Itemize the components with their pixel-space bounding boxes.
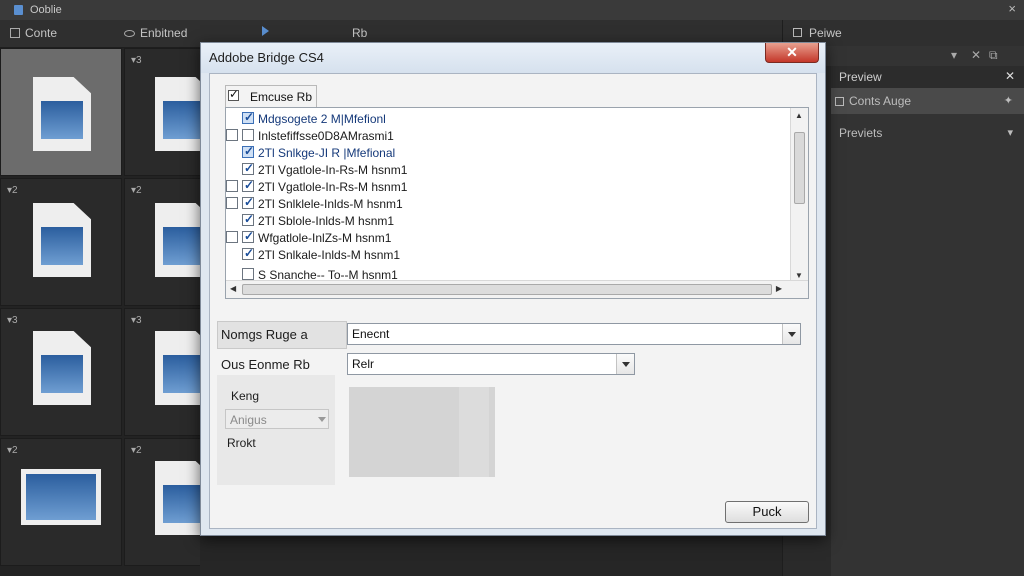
pin-icon[interactable]: ✦ bbox=[1004, 94, 1013, 107]
list-item-checkbox[interactable] bbox=[226, 231, 238, 243]
document-icon bbox=[33, 77, 91, 151]
chevron-down-icon bbox=[318, 417, 326, 422]
content-icon bbox=[10, 28, 20, 38]
close-icon[interactable]: ✕ bbox=[1005, 69, 1015, 83]
list-item[interactable]: 2Tl Snlkge-JI R |Mfefional bbox=[226, 144, 790, 161]
push-button[interactable]: Puck bbox=[725, 501, 809, 523]
list-item[interactable]: Mdgsogete 2 M|Mfefionl bbox=[226, 110, 790, 127]
square-icon bbox=[835, 97, 844, 106]
close-icon[interactable]: ✕ bbox=[971, 48, 981, 62]
toolbar-item-play[interactable] bbox=[262, 26, 269, 36]
list-item-checkbox[interactable] bbox=[226, 197, 238, 209]
dialog-title: Addobe Bridge CS4 bbox=[209, 50, 324, 65]
toolbar-item-content[interactable]: Conte bbox=[10, 26, 57, 40]
panel-row-previews[interactable]: Previets ▾ bbox=[831, 120, 1024, 146]
section-label-2: Rrokt bbox=[227, 436, 256, 450]
scroll-left-icon[interactable]: ◀ bbox=[230, 284, 236, 293]
thumbnail-cell[interactable]: ▾3 bbox=[0, 308, 122, 436]
thumbnail-grid: ▾3 ▾2 ▾2 ▾3 ▾3 ▾2 ▾2 bbox=[0, 48, 246, 576]
list-item[interactable]: 2Tl Snlklele-Inlds-M hsnm1 bbox=[226, 195, 790, 212]
app-close-icon[interactable]: × bbox=[1008, 1, 1016, 16]
section-label: Keng bbox=[231, 389, 260, 403]
list-item[interactable]: 2Tl Vgatlole-In-Rs-M hsnm1 bbox=[226, 161, 790, 178]
list-item-checkbox[interactable] bbox=[242, 229, 254, 243]
disabled-combo: Anigus bbox=[225, 409, 329, 429]
chevron-down-icon[interactable] bbox=[616, 354, 634, 374]
vertical-scrollbar[interactable]: ▲ ▼ bbox=[790, 108, 808, 282]
app-title: Ooblie bbox=[30, 4, 62, 16]
toolbar-item-rb[interactable]: Rb bbox=[352, 26, 367, 40]
list-item[interactable]: 2Tl Sblole-Inlds-M hsnm1 bbox=[226, 212, 790, 229]
field2-label: Ous Eonme Rb bbox=[221, 357, 310, 372]
preview-image bbox=[349, 387, 495, 477]
copy-icon[interactable]: ⧉ bbox=[989, 48, 998, 63]
app-titlebar: Ooblie × bbox=[0, 0, 1024, 20]
list-item-checkbox[interactable] bbox=[242, 129, 254, 141]
list-item-checkbox[interactable] bbox=[242, 144, 254, 158]
dropdown-icon[interactable]: ▾ bbox=[951, 48, 957, 62]
field2-combo[interactable]: Relr bbox=[347, 353, 635, 375]
list-item-checkbox[interactable] bbox=[242, 110, 254, 124]
chevron-down-icon[interactable]: ▾ bbox=[1007, 126, 1013, 139]
thumbnail-cell[interactable]: ▾2 bbox=[0, 178, 122, 306]
scroll-up-icon[interactable]: ▲ bbox=[795, 111, 803, 120]
tab-checkbox[interactable] bbox=[228, 87, 239, 101]
list-item-checkbox[interactable] bbox=[242, 161, 254, 175]
app-logo-icon bbox=[14, 5, 23, 15]
list-item-checkbox[interactable] bbox=[242, 195, 254, 209]
document-icon bbox=[33, 331, 91, 405]
list-item-checkbox[interactable] bbox=[226, 180, 238, 192]
document-icon bbox=[33, 203, 91, 277]
panel-row-contents[interactable]: Conts Auge ✦ bbox=[831, 88, 1024, 114]
image-icon bbox=[21, 469, 101, 525]
list-item[interactable]: 2Tl Vgatlole-In-Rs-M hsnm1 bbox=[226, 178, 790, 195]
toolbar-item-embedded[interactable]: Enbitned bbox=[124, 26, 187, 40]
list-item-checkbox[interactable] bbox=[242, 212, 254, 226]
list-item-checkbox[interactable] bbox=[242, 246, 254, 260]
chevron-down-icon[interactable] bbox=[782, 324, 800, 344]
list-item[interactable]: Inlstefiffsse0D8AMrasmi1 bbox=[226, 127, 790, 144]
eye-icon bbox=[124, 29, 135, 37]
list-item-checkbox[interactable] bbox=[242, 178, 254, 192]
preview-panel-header: Preview ✕ bbox=[831, 66, 1024, 88]
list-item-checkbox[interactable] bbox=[226, 129, 238, 141]
horizontal-scrollbar[interactable]: ◀ ▶ bbox=[226, 280, 808, 298]
thumbnail-cell[interactable]: ▾2 bbox=[0, 438, 122, 566]
thumbnail-cell[interactable] bbox=[0, 48, 122, 176]
field1-label: Nomgs Ruge a bbox=[221, 327, 308, 342]
dialog-titlebar: Addobe Bridge CS4 ✕ bbox=[201, 43, 825, 73]
scroll-down-icon[interactable]: ▼ bbox=[795, 271, 803, 280]
list-item[interactable]: Wfgatlole-InlZs-M hsnm1 bbox=[226, 229, 790, 246]
play-icon bbox=[262, 26, 269, 36]
scrollbar-thumb[interactable] bbox=[794, 132, 805, 204]
tab-general[interactable]: Emcuse Rb bbox=[225, 85, 317, 107]
scrollbar-thumb[interactable] bbox=[242, 284, 772, 295]
panel-icon bbox=[793, 28, 802, 37]
list-item[interactable]: 2Tl Snlkale-Inlds-M hsnm1 bbox=[226, 246, 790, 263]
dialog-window: Addobe Bridge CS4 ✕ Emcuse Rb Mdgsogete … bbox=[200, 42, 826, 536]
field1-combo[interactable]: Enecnt bbox=[347, 323, 801, 345]
file-list[interactable]: Mdgsogete 2 M|Mfefionl Inlstefiffsse0D8A… bbox=[225, 107, 809, 299]
scroll-right-icon[interactable]: ▶ bbox=[776, 284, 782, 293]
list-item-checkbox[interactable] bbox=[242, 268, 254, 280]
dialog-close-button[interactable]: ✕ bbox=[765, 43, 819, 63]
